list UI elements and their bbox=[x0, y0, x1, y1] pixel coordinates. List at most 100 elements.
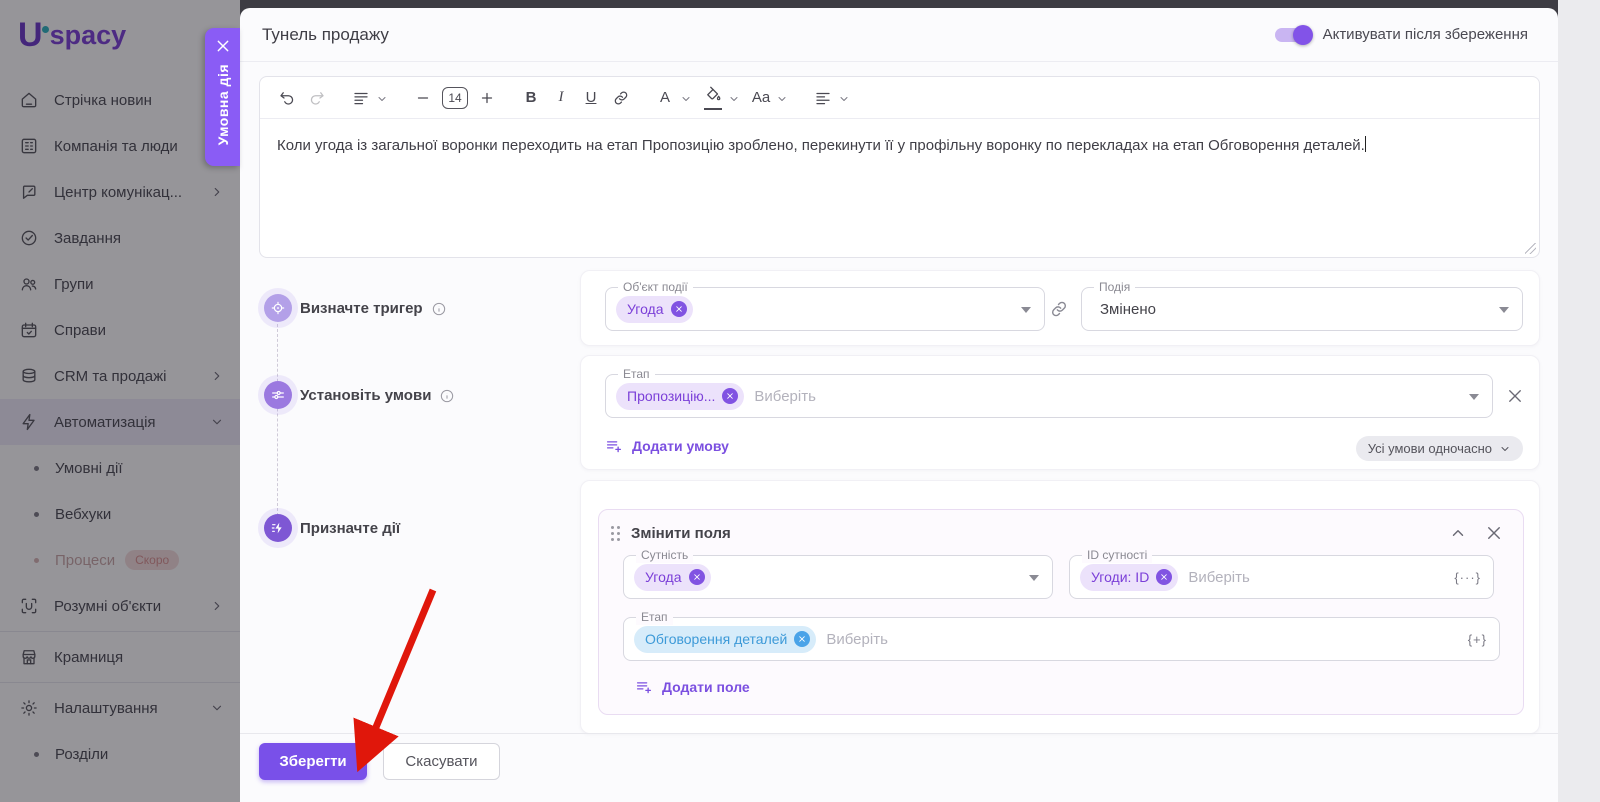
field-label: Сутність bbox=[636, 548, 693, 563]
actions-step-icon bbox=[264, 514, 292, 542]
editor-text-area[interactable]: Коли угода із загальної воронки переходи… bbox=[260, 119, 1539, 173]
conditions-mode-label: Усі умови одночасно bbox=[1368, 441, 1492, 456]
chevron-down-icon[interactable] bbox=[376, 92, 388, 104]
step-label-text: Призначте дії bbox=[300, 520, 400, 537]
close-icon[interactable] bbox=[1485, 524, 1503, 542]
resize-handle[interactable] bbox=[1525, 243, 1536, 254]
close-icon[interactable] bbox=[215, 38, 231, 54]
modal-backdrop[interactable] bbox=[0, 0, 240, 802]
add-condition-button[interactable]: Додати умову bbox=[605, 437, 729, 455]
dropdown-caret-icon[interactable] bbox=[1499, 307, 1509, 313]
add-field-button[interactable]: Додати поле bbox=[635, 678, 750, 696]
align-button[interactable] bbox=[810, 85, 836, 111]
drawer-header: Тунель продажу Активувати після збережен… bbox=[240, 8, 1558, 62]
dropdown-caret-icon[interactable] bbox=[1021, 307, 1031, 313]
conditions-mode-select[interactable]: Усі умови одночасно bbox=[1356, 436, 1523, 461]
event-object-select[interactable]: Об'єкт події Угода bbox=[605, 287, 1045, 331]
font-size-value[interactable]: 14 bbox=[442, 87, 468, 109]
chip-remove-icon[interactable] bbox=[794, 631, 810, 647]
font-color-button[interactable]: A bbox=[652, 85, 678, 111]
chip-label: Угоди: ID bbox=[1091, 569, 1149, 585]
add-condition-label: Додати умову bbox=[632, 438, 729, 454]
insert-link-button[interactable] bbox=[608, 85, 634, 111]
field-label: Об'єкт події bbox=[618, 280, 693, 295]
field-label: ID сутності bbox=[1082, 548, 1152, 563]
chevron-down-icon[interactable] bbox=[838, 92, 850, 104]
italic-button[interactable]: I bbox=[548, 85, 574, 111]
field-label: Етап bbox=[618, 367, 655, 382]
dropdown-caret-icon[interactable] bbox=[1029, 575, 1039, 581]
chevron-down-icon[interactable] bbox=[680, 92, 692, 104]
line-height-button[interactable] bbox=[348, 85, 374, 111]
save-button[interactable]: Зберегти bbox=[259, 743, 367, 780]
condition-stage-select[interactable]: Етап Пропозицію... Виберіть bbox=[605, 374, 1493, 418]
collapse-icon[interactable] bbox=[1449, 524, 1467, 542]
conditions-step-label: Установіть умови bbox=[300, 387, 455, 404]
chip-remove-icon[interactable] bbox=[1156, 569, 1172, 585]
entity-select[interactable]: Сутність Угода bbox=[623, 555, 1053, 599]
drag-handle-icon[interactable] bbox=[611, 526, 620, 541]
text-cursor bbox=[1365, 136, 1366, 152]
chevron-down-icon bbox=[1499, 443, 1511, 455]
bold-button[interactable]: B bbox=[518, 85, 544, 111]
add-value-icon[interactable]: {+} bbox=[1468, 632, 1487, 647]
entity-id-select[interactable]: ID сутності Угоди: ID Виберіть {···} bbox=[1069, 555, 1494, 599]
increase-font-button[interactable] bbox=[474, 85, 500, 111]
chip-label: Угода bbox=[645, 569, 682, 585]
action-stage-chip: Обговорення деталей bbox=[634, 626, 816, 653]
dropdown-caret-icon[interactable] bbox=[1469, 394, 1479, 400]
add-field-label: Додати поле bbox=[662, 679, 750, 695]
underline-button[interactable]: U bbox=[578, 85, 604, 111]
chevron-down-icon[interactable] bbox=[776, 92, 788, 104]
actions-card: Змінити поля Сутність Угода ID сутності … bbox=[580, 480, 1540, 734]
conditions-step-icon bbox=[264, 381, 292, 409]
undo-button[interactable] bbox=[274, 85, 300, 111]
activate-toggle-label: Активувати після збереження bbox=[1323, 26, 1528, 43]
highlight-color-button[interactable] bbox=[700, 85, 726, 111]
link-fields-icon[interactable] bbox=[1049, 299, 1069, 319]
decrease-font-button[interactable] bbox=[410, 85, 436, 111]
text-case-button[interactable]: Aa bbox=[748, 85, 774, 111]
actions-step-label: Призначте дії bbox=[300, 520, 400, 537]
drawer-side-tab[interactable]: Умовна дія bbox=[205, 28, 240, 166]
condition-stage-chip: Пропозицію... bbox=[616, 383, 744, 410]
field-label: Етап bbox=[636, 610, 673, 625]
trigger-card: Об'єкт події Угода Подія Змінено bbox=[580, 270, 1540, 346]
chip-label: Обговорення деталей bbox=[645, 631, 787, 647]
change-fields-header: Змінити поля bbox=[599, 520, 1523, 546]
entity-id-chip: Угоди: ID bbox=[1080, 564, 1178, 591]
insert-variable-icon[interactable]: {···} bbox=[1454, 570, 1481, 585]
redo-button[interactable] bbox=[304, 85, 330, 111]
event-select[interactable]: Подія Змінено bbox=[1081, 287, 1523, 331]
info-icon[interactable] bbox=[431, 301, 447, 317]
change-fields-title: Змінити поля bbox=[631, 525, 1431, 542]
cancel-button[interactable]: Скасувати bbox=[383, 743, 500, 780]
activate-toggle[interactable] bbox=[1275, 28, 1311, 42]
change-fields-block: Змінити поля Сутність Угода ID сутності … bbox=[598, 509, 1524, 715]
event-object-chip: Угода bbox=[616, 296, 693, 323]
chip-remove-icon[interactable] bbox=[722, 388, 738, 404]
activate-toggle-group: Активувати після збереження bbox=[1275, 26, 1528, 43]
chip-remove-icon[interactable] bbox=[671, 301, 687, 317]
chevron-down-icon[interactable] bbox=[728, 92, 740, 104]
trigger-step-icon bbox=[264, 294, 292, 322]
footer-divider bbox=[240, 733, 1558, 734]
drawer-tab-label: Умовна дія bbox=[215, 64, 231, 145]
trigger-step-label: Визначте тригер bbox=[300, 300, 447, 317]
remove-condition-icon[interactable] bbox=[1506, 387, 1524, 405]
field-placeholder: Виберіть bbox=[1188, 569, 1250, 586]
info-icon[interactable] bbox=[439, 388, 455, 404]
step-label-text: Визначте тригер bbox=[300, 300, 423, 317]
step-label-text: Установіть умови bbox=[300, 387, 431, 404]
toggle-knob bbox=[1293, 25, 1313, 45]
description-editor: 14 B I U A Aa Коли угода із загальної во… bbox=[259, 76, 1540, 258]
chip-remove-icon[interactable] bbox=[689, 569, 705, 585]
editor-toolbar: 14 B I U A Aa bbox=[260, 77, 1539, 119]
action-stage-select[interactable]: Етап Обговорення деталей Виберіть {+} bbox=[623, 617, 1500, 661]
field-label: Подія bbox=[1094, 280, 1135, 295]
editor-text: Коли угода із загальної воронки переходи… bbox=[277, 137, 1365, 154]
conditions-card: Етап Пропозицію... Виберіть Додати умову… bbox=[580, 355, 1540, 470]
page-title: Тунель продажу bbox=[262, 25, 389, 45]
app-window: U spacy Стрічка новин Компанія та люди Ц… bbox=[0, 0, 1600, 802]
scrollbar-track[interactable] bbox=[1558, 0, 1600, 802]
